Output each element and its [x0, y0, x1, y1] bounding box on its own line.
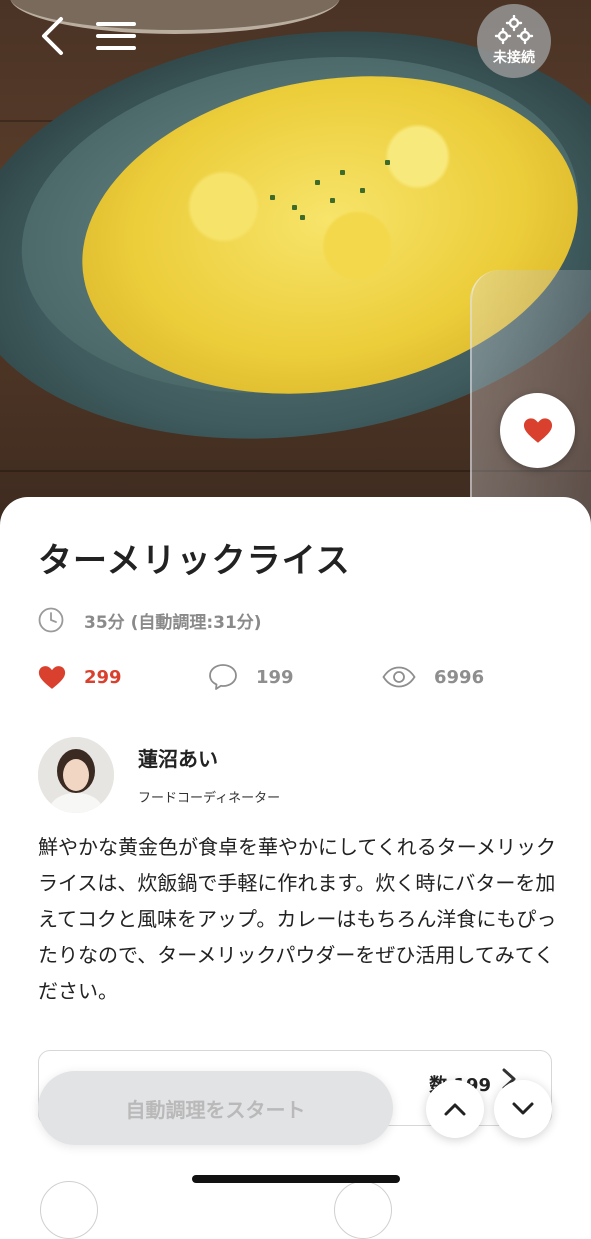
comments-stat[interactable]: 199	[208, 657, 294, 697]
chevron-up-icon	[444, 1103, 466, 1116]
parsley-garnish	[340, 170, 345, 175]
parsley-garnish	[385, 160, 390, 165]
speech-bubble-icon	[209, 664, 237, 690]
likes-stat[interactable]: 299	[38, 657, 122, 697]
views-stat: 6996	[382, 657, 484, 697]
connection-status-label: 未接続	[493, 50, 535, 66]
parsley-garnish	[360, 188, 365, 193]
recipe-description: 鮮やかな黄金色が食卓を華やかにしてくれるターメリックライスは、炊飯鍋で手軽に作れ…	[38, 835, 557, 1003]
heart-icon	[38, 665, 66, 689]
likes-count: 299	[84, 666, 122, 688]
recipe-title: ターメリックライス	[38, 541, 351, 581]
avatar	[38, 737, 114, 813]
parsley-garnish	[300, 215, 305, 220]
hamburger-menu-icon	[96, 22, 136, 50]
eye-icon	[382, 666, 416, 688]
heart-icon	[523, 418, 552, 443]
cooking-time-text: 35分 (自動調理:31分)	[84, 612, 262, 633]
parsley-garnish	[270, 195, 275, 200]
chevron-left-icon	[42, 17, 63, 55]
parsley-garnish	[315, 180, 320, 185]
favorite-button[interactable]	[500, 393, 575, 468]
menu-button[interactable]	[94, 14, 138, 58]
gears-icon	[494, 15, 534, 45]
views-count: 6996	[434, 666, 485, 688]
clock-icon	[38, 607, 64, 633]
parsley-garnish	[330, 198, 335, 203]
author-section[interactable]: 蓮沼あい フードコーディネーター	[38, 737, 558, 817]
author-role: フードコーディネーター	[138, 791, 281, 806]
recipe-hero-image	[0, 0, 591, 540]
cooking-time: 35分 (自動調理:31分)	[38, 607, 262, 633]
back-button[interactable]	[30, 14, 74, 58]
author-photo	[38, 737, 114, 813]
scroll-up-button[interactable]	[426, 1080, 484, 1138]
start-auto-cook-button[interactable]: 自動調理をスタート	[38, 1071, 393, 1145]
recipe-detail-card: ターメリックライス 35分 (自動調理:31分) 299 199 6996 蓮沼…	[0, 497, 591, 1239]
comments-count: 199	[256, 666, 294, 688]
author-name: 蓮沼あい	[138, 747, 218, 771]
recipe-stats: 299 199 6996	[38, 657, 558, 697]
chevron-down-icon	[512, 1102, 534, 1115]
bottom-action-circle[interactable]	[40, 1181, 98, 1239]
bottom-action-circle[interactable]	[334, 1181, 392, 1239]
parsley-garnish	[292, 205, 297, 210]
connection-status-button[interactable]: 未接続	[477, 4, 551, 78]
scroll-down-button[interactable]	[494, 1080, 552, 1138]
home-indicator[interactable]	[192, 1175, 400, 1183]
